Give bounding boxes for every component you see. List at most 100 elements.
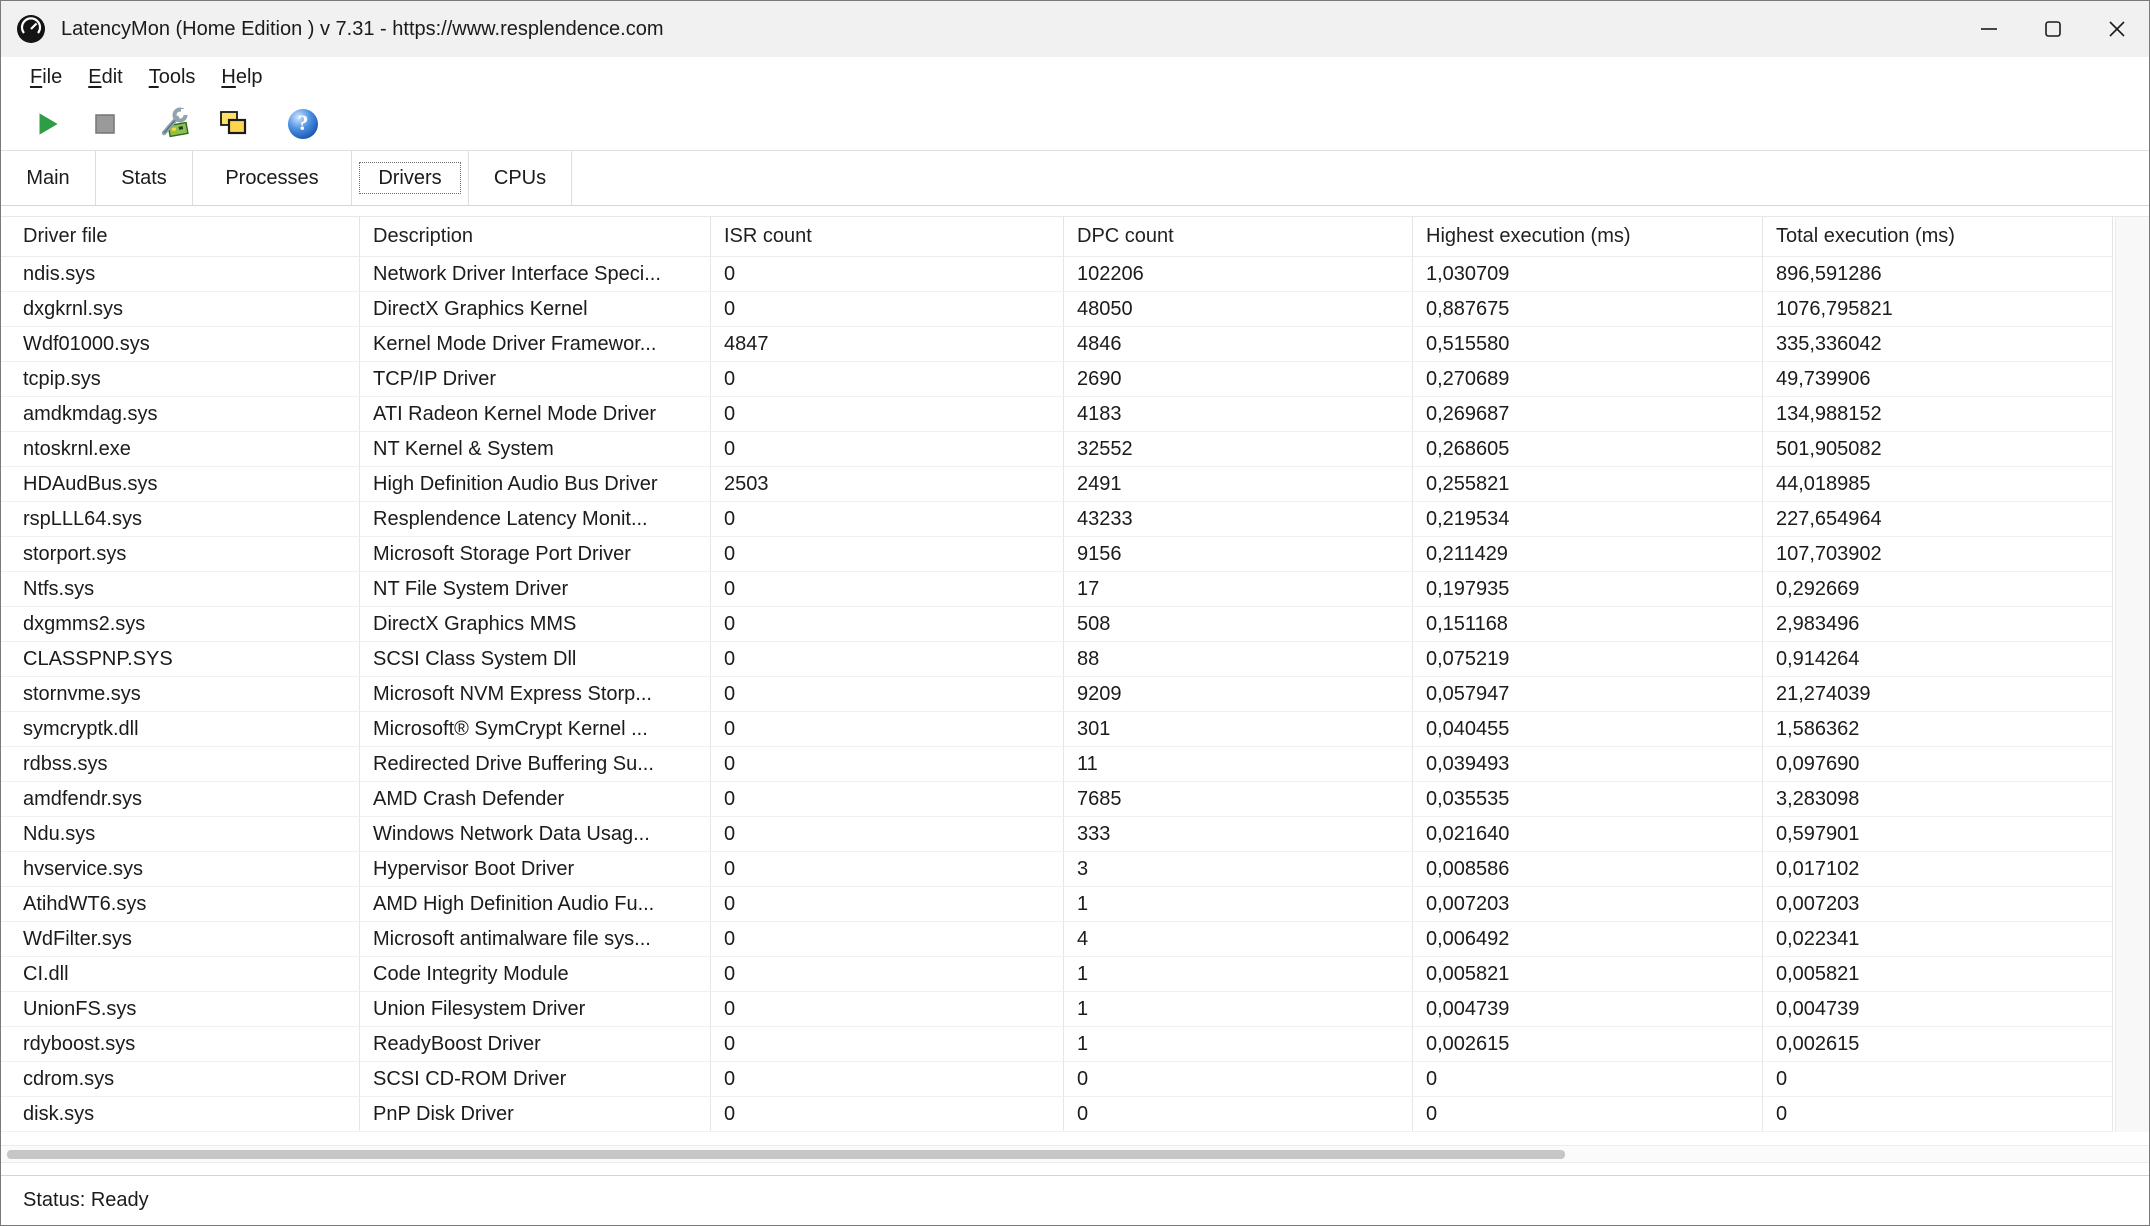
table-cell: 0,004739 [1413, 992, 1763, 1027]
table-cell: 0 [711, 642, 1064, 677]
table-row[interactable]: AtihdWT6.sysAMD High Definition Audio Fu… [1, 887, 2113, 922]
table-cell: 0 [711, 887, 1064, 922]
table-cell: 2690 [1064, 362, 1413, 397]
table-row[interactable]: amdfendr.sysAMD Crash Defender076850,035… [1, 782, 2113, 817]
minimize-button[interactable] [1957, 1, 2021, 57]
column-header-0[interactable]: Driver file [1, 217, 360, 257]
table-row[interactable]: storport.sysMicrosoft Storage Port Drive… [1, 537, 2113, 572]
start-monitor-button[interactable] [25, 102, 69, 146]
table-row[interactable]: rdbss.sysRedirected Drive Buffering Su..… [1, 747, 2113, 782]
table-row[interactable]: ntoskrnl.exeNT Kernel & System0325520,26… [1, 432, 2113, 467]
table-cell: 896,591286 [1763, 257, 2113, 292]
table-cell: 0 [711, 992, 1064, 1027]
table-cell: 0,021640 [1413, 817, 1763, 852]
table-cell: 17 [1064, 572, 1413, 607]
table-cell: 0,887675 [1413, 292, 1763, 327]
table-row[interactable]: dxgkrnl.sysDirectX Graphics Kernel048050… [1, 292, 2113, 327]
table-cell: 0 [1413, 1097, 1763, 1132]
tab-stats[interactable]: Stats [96, 151, 193, 205]
table-cell: High Definition Audio Bus Driver [360, 467, 711, 502]
table-cell: 0,151168 [1413, 607, 1763, 642]
table-cell: ReadyBoost Driver [360, 1027, 711, 1062]
app-window: LatencyMon (Home Edition ) v 7.31 - http… [0, 0, 2150, 1226]
table-cell: 0 [711, 782, 1064, 817]
table-cell: Code Integrity Module [360, 957, 711, 992]
table-cell: SCSI CD-ROM Driver [360, 1062, 711, 1097]
table-cell: 0,004739 [1763, 992, 2113, 1027]
table-cell: 21,274039 [1763, 677, 2113, 712]
column-header-3[interactable]: DPC count [1064, 217, 1413, 257]
table-row[interactable]: rdyboost.sysReadyBoost Driver010,0026150… [1, 1027, 2113, 1062]
tab-processes[interactable]: Processes [193, 151, 352, 205]
table-cell: 0 [711, 397, 1064, 432]
table-cell: ntoskrnl.exe [1, 432, 360, 467]
table-cell: Redirected Drive Buffering Su... [360, 747, 711, 782]
maximize-button[interactable] [2021, 1, 2085, 57]
table-cell: 7685 [1064, 782, 1413, 817]
menu-edit[interactable]: Edit [75, 57, 135, 97]
table-row[interactable]: Ntfs.sysNT File System Driver0170,197935… [1, 572, 2113, 607]
table-row[interactable]: stornvme.sysMicrosoft NVM Express Storp.… [1, 677, 2113, 712]
play-icon [32, 109, 62, 139]
menu-tools[interactable]: Tools [136, 57, 209, 97]
table-cell: 0 [1413, 1062, 1763, 1097]
menu-help[interactable]: Help [208, 57, 275, 97]
tab-cpus[interactable]: CPUs [469, 151, 572, 205]
table-row[interactable]: WdFilter.sysMicrosoft antimalware file s… [1, 922, 2113, 957]
table-cell: 0 [711, 432, 1064, 467]
table-cell: 0 [711, 922, 1064, 957]
table-row[interactable]: disk.sysPnP Disk Driver0000 [1, 1097, 2113, 1132]
table-row[interactable]: symcryptk.dllMicrosoft® SymCrypt Kernel … [1, 712, 2113, 747]
table-row[interactable]: cdrom.sysSCSI CD-ROM Driver0000 [1, 1062, 2113, 1097]
table-cell: 9209 [1064, 677, 1413, 712]
table-cell: amdkmdag.sys [1, 397, 360, 432]
column-header-5[interactable]: Total execution (ms) [1763, 217, 2113, 257]
close-button[interactable] [2085, 1, 2149, 57]
stop-monitor-button[interactable] [83, 102, 127, 146]
table-row[interactable]: tcpip.sysTCP/IP Driver026900,27068949,73… [1, 362, 2113, 397]
table-row[interactable]: hvservice.sysHypervisor Boot Driver030,0… [1, 852, 2113, 887]
table-row[interactable]: UnionFS.sysUnion Filesystem Driver010,00… [1, 992, 2113, 1027]
device-wrench-icon [157, 106, 193, 142]
table-cell: 0 [711, 1097, 1064, 1132]
horizontal-scrollbar-thumb[interactable] [7, 1150, 1565, 1159]
menu-file[interactable]: File [17, 57, 75, 97]
table-row[interactable]: Ndu.sysWindows Network Data Usag...03330… [1, 817, 2113, 852]
table-cell: 134,988152 [1763, 397, 2113, 432]
window-layers-button[interactable] [211, 102, 255, 146]
table-row[interactable]: Wdf01000.sysKernel Mode Driver Framewor.… [1, 327, 2113, 362]
table-cell: 0,057947 [1413, 677, 1763, 712]
table-cell: 0,006492 [1413, 922, 1763, 957]
table-cell: Hypervisor Boot Driver [360, 852, 711, 887]
table-cell: 508 [1064, 607, 1413, 642]
table-row[interactable]: rspLLL64.sysResplendence Latency Monit..… [1, 502, 2113, 537]
table-cell: UnionFS.sys [1, 992, 360, 1027]
column-header-2[interactable]: ISR count [711, 217, 1064, 257]
tab-drivers[interactable]: Drivers [352, 151, 469, 205]
table-row[interactable]: CI.dllCode Integrity Module010,0058210,0… [1, 957, 2113, 992]
help-button[interactable]: ? [281, 102, 325, 146]
tab-main[interactable]: Main [1, 151, 96, 205]
table-cell: 0,597901 [1763, 817, 2113, 852]
table-row[interactable]: CLASSPNP.SYSSCSI Class System Dll0880,07… [1, 642, 2113, 677]
table-cell: Microsoft NVM Express Storp... [360, 677, 711, 712]
table-cell: 1 [1064, 992, 1413, 1027]
table-cell: WdFilter.sys [1, 922, 360, 957]
table-row[interactable]: amdkmdag.sysATI Radeon Kernel Mode Drive… [1, 397, 2113, 432]
column-header-1[interactable]: Description [360, 217, 711, 257]
table-cell: 0 [1064, 1062, 1413, 1097]
column-header-4[interactable]: Highest execution (ms) [1413, 217, 1763, 257]
table-cell: 0 [711, 362, 1064, 397]
table-row[interactable]: dxgmms2.sysDirectX Graphics MMS05080,151… [1, 607, 2113, 642]
vertical-scrollbar[interactable] [2115, 217, 2149, 1132]
horizontal-scrollbar[interactable] [1, 1145, 2149, 1163]
table-cell: NT File System Driver [360, 572, 711, 607]
table-cell: Microsoft antimalware file sys... [360, 922, 711, 957]
table-cell: 0,005821 [1413, 957, 1763, 992]
table-cell: 0 [711, 852, 1064, 887]
device-settings-button[interactable] [153, 102, 197, 146]
title-bar: LatencyMon (Home Edition ) v 7.31 - http… [1, 1, 2149, 57]
table-row[interactable]: HDAudBus.sysHigh Definition Audio Bus Dr… [1, 467, 2113, 502]
table-row[interactable]: ndis.sysNetwork Driver Interface Speci..… [1, 257, 2113, 292]
status-text: Status: Ready [23, 1189, 149, 1212]
